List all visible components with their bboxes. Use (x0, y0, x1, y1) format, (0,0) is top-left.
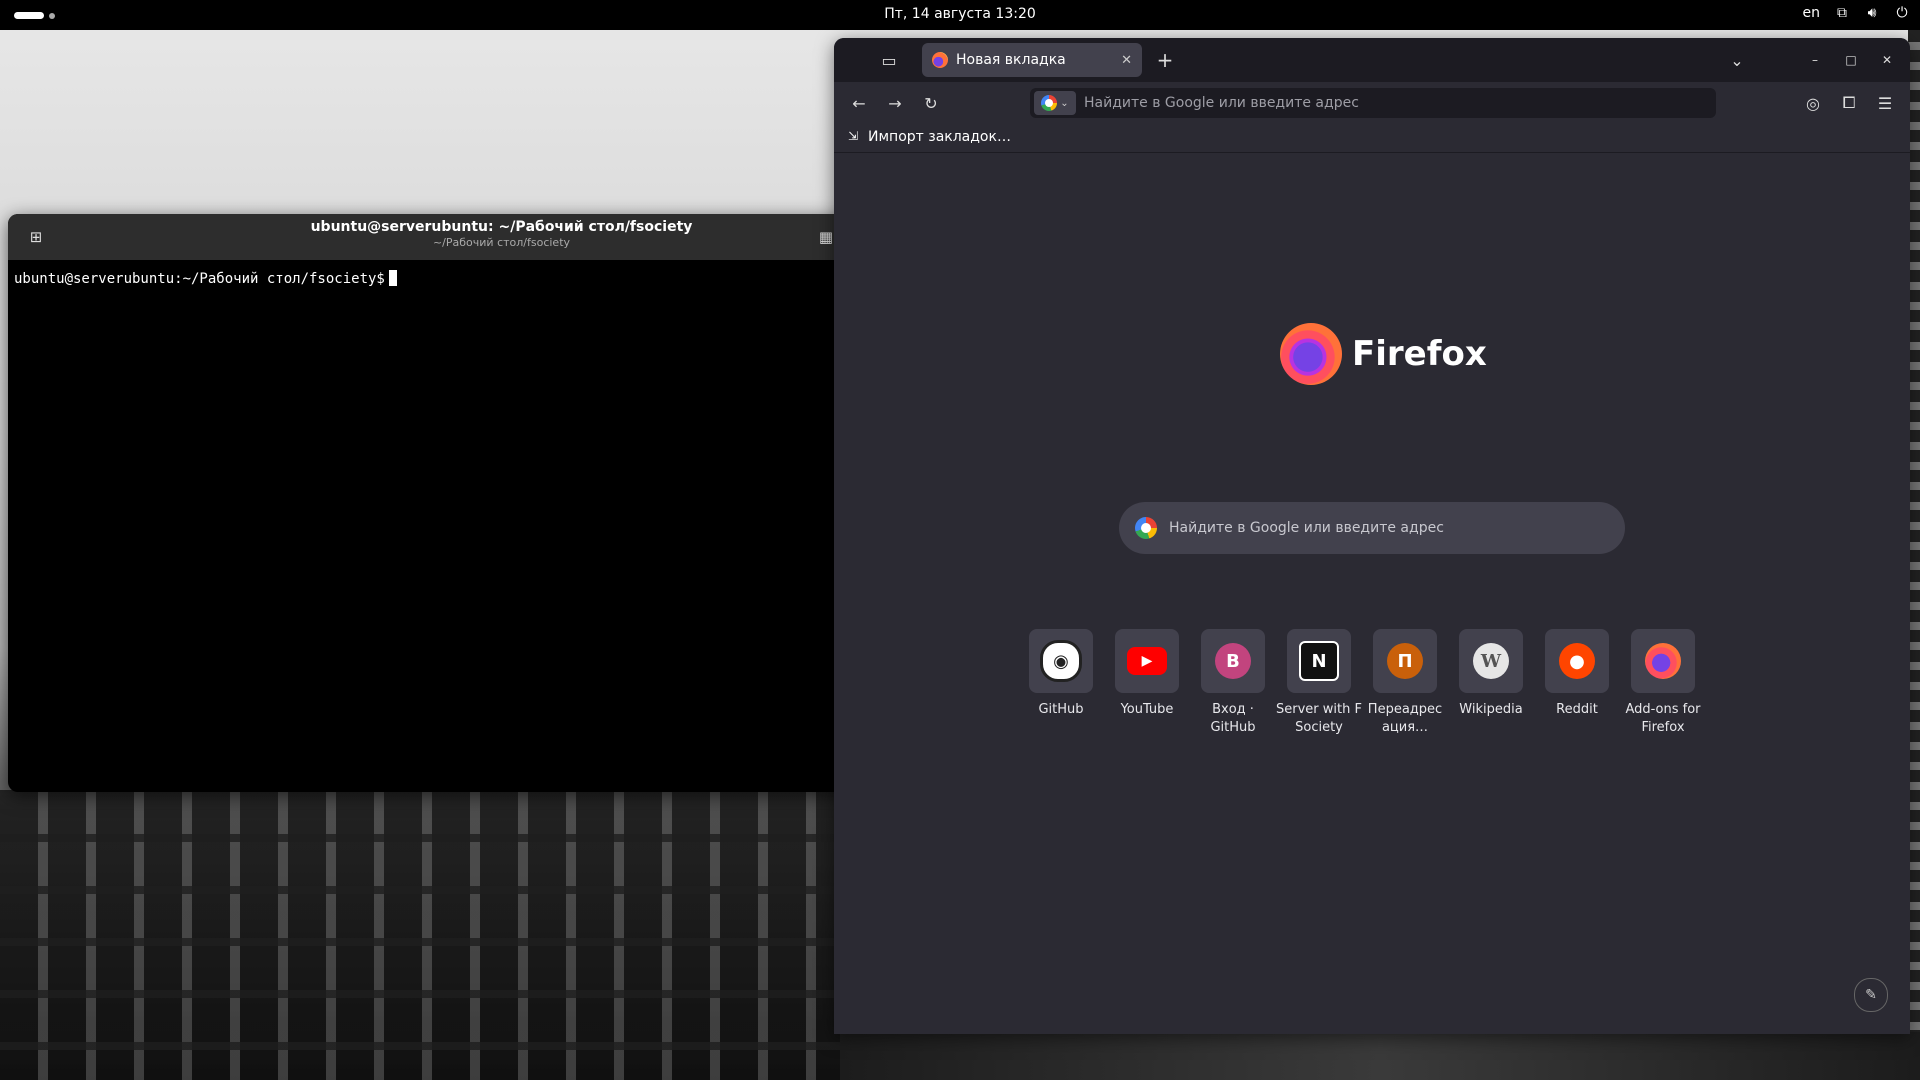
new-tab-page: Firefox Найдите в Google или введите адр… (834, 153, 1910, 1034)
tab-close-icon[interactable]: ✕ (1121, 53, 1132, 68)
shortcut-label: Server with F Society (1276, 702, 1362, 735)
shortcut-label: YouTube (1120, 702, 1174, 717)
search-input[interactable]: Найдите в Google или введите адрес (1119, 502, 1625, 554)
shortcut-tile[interactable]: W Wikipedia (1459, 629, 1523, 737)
power-icon[interactable]: ⏻ (1894, 5, 1910, 21)
firefox-view-icon[interactable]: ▭ (876, 47, 902, 73)
letter-p-icon: П (1387, 643, 1423, 679)
volume-icon[interactable]: 🔊︎ (1864, 5, 1880, 21)
shortcut-tile[interactable]: П Переадрес ация… (1368, 629, 1442, 737)
back-icon[interactable]: ← (846, 90, 872, 116)
menu-icon[interactable]: ☰ (1872, 90, 1898, 116)
tab-new[interactable]: Новая вкладка ✕ (922, 43, 1142, 77)
wikipedia-icon: W (1473, 643, 1509, 679)
firefox-window[interactable]: ▭ Новая вкладка ✕ + ⌄ – □ ✕ ← → ↻ ⌄ Найд… (834, 38, 1910, 1034)
shortcut-tile-box[interactable]: ◉ (1029, 629, 1093, 693)
chevron-down-icon: ⌄ (1060, 97, 1069, 109)
firefox-wordmark: Firefox (1352, 334, 1487, 374)
shortcut-label: Reddit (1556, 702, 1598, 717)
maximize-button[interactable]: □ (1838, 47, 1864, 73)
google-icon (1041, 95, 1058, 111)
extensions-icon[interactable]: ⧠ (1836, 90, 1862, 116)
forward-icon[interactable]: → (882, 90, 908, 116)
system-tray[interactable]: en ⧉ 🔊︎ ⏻ (1803, 5, 1911, 21)
letter-b-icon: В (1215, 643, 1251, 679)
shortcut-tile-box[interactable]: ● (1545, 629, 1609, 693)
terminal-cursor (388, 270, 397, 286)
github-icon: ◉ (1040, 640, 1082, 682)
close-button[interactable]: ✕ (1874, 47, 1900, 73)
shortcut-label: Add-ons for Firefox (1625, 702, 1701, 735)
shortcut-tile[interactable]: ● Reddit (1545, 629, 1609, 737)
shortcut-tile[interactable]: N Server with F Society (1276, 629, 1362, 737)
new-tab-icon[interactable]: + (1152, 47, 1178, 73)
minimize-button[interactable]: – (1802, 47, 1828, 73)
wallpaper-overlay (0, 790, 840, 1080)
account-icon[interactable]: ◎ (1800, 90, 1826, 116)
list-tabs-icon[interactable]: ⌄ (1724, 47, 1750, 73)
tab-label: Новая вкладка (956, 52, 1066, 68)
reload-icon[interactable]: ↻ (918, 90, 944, 116)
top-sites: ◉ GitHub ▶ YouTube В Вход · GitHub N Server wit… (1029, 629, 1701, 737)
wallpaper-bottom (840, 1032, 1920, 1080)
google-icon (1135, 517, 1157, 539)
notion-icon: N (1299, 641, 1339, 681)
bookmarks-toolbar: ⇲ Импорт закладок… (834, 124, 1910, 153)
top-bar: Пт, 14 августа 13:20 en ⧉ 🔊︎ ⏻ (0, 0, 1920, 30)
shortcut-tile-box[interactable]: В (1201, 629, 1265, 693)
shortcut-tile-box[interactable]: ▶ (1115, 629, 1179, 693)
import-icon: ⇲ (848, 129, 859, 143)
firefox-favicon-icon (932, 52, 948, 68)
url-placeholder: Найдите в Google или введите адрес (1084, 95, 1359, 111)
firefox-logo-icon (1280, 323, 1342, 385)
network-icon[interactable]: ⧉ (1834, 5, 1850, 21)
shortcut-tile-box[interactable] (1631, 629, 1695, 693)
search-placeholder: Найдите в Google или введите адрес (1169, 520, 1444, 536)
shortcut-label: Вход · GitHub (1210, 702, 1256, 735)
youtube-icon: ▶ (1127, 647, 1167, 675)
clock[interactable]: Пт, 14 августа 13:20 (0, 6, 1920, 22)
shortcut-tile-box[interactable]: N (1287, 629, 1351, 693)
shortcut-tile-box[interactable]: W (1459, 629, 1523, 693)
tab-strip[interactable]: ▭ Новая вкладка ✕ + ⌄ – □ ✕ (834, 38, 1910, 82)
import-bookmarks-link[interactable]: Импорт закладок… (868, 129, 1011, 145)
reddit-icon: ● (1559, 643, 1595, 679)
firefox-branding: Firefox (1280, 323, 1487, 385)
shortcut-tile[interactable]: ▶ YouTube (1115, 629, 1179, 737)
shortcut-label: Wikipedia (1459, 702, 1523, 717)
nav-bar: ← → ↻ ⌄ Найдите в Google или введите адр… (834, 82, 1910, 124)
terminal-prompt: ubuntu@serverubuntu:~/Рабочий стол/fsoci… (14, 271, 385, 287)
search-engine-selector[interactable]: ⌄ (1034, 91, 1076, 115)
customize-icon[interactable]: ✎ (1854, 978, 1888, 1012)
keyboard-layout[interactable]: en (1803, 5, 1821, 21)
shortcut-tile-box[interactable]: П (1373, 629, 1437, 693)
firefox-addons-icon (1645, 643, 1681, 679)
shortcut-tile[interactable]: ◉ GitHub (1029, 629, 1093, 737)
shortcut-label: Переадрес ация… (1367, 702, 1443, 735)
shortcut-tile[interactable]: Add-ons for Firefox (1625, 629, 1701, 737)
shortcut-tile[interactable]: В Вход · GitHub (1201, 629, 1265, 737)
url-bar[interactable]: ⌄ Найдите в Google или введите адрес (1030, 88, 1716, 118)
shortcut-label: GitHub (1038, 702, 1084, 717)
